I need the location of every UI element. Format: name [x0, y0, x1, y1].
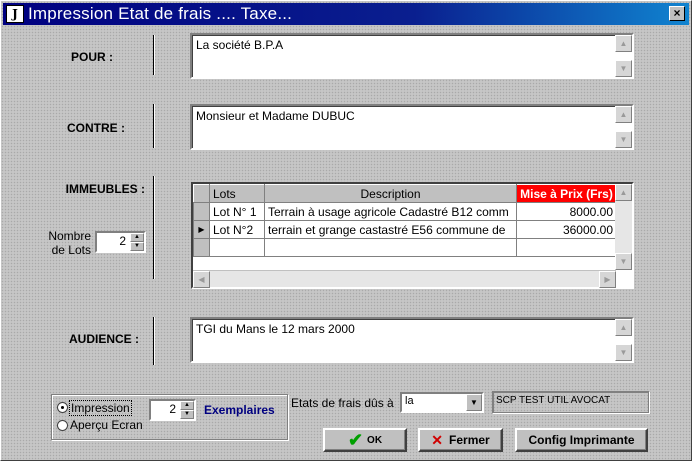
exemplaires-label: Exemplaires — [204, 403, 275, 417]
close-button[interactable]: × — [669, 6, 685, 21]
etats-select[interactable]: la ▼ — [400, 392, 484, 413]
grid-vertical-scrollbar[interactable]: ▲ ▼ — [615, 184, 632, 270]
cell-price[interactable]: 8000.00 — [516, 202, 617, 221]
etats-label: Etats de frais dûs à — [291, 396, 394, 410]
scroll-up-icon[interactable]: ▲ — [615, 319, 632, 336]
scroll-left-icon[interactable]: ◀ — [193, 271, 210, 288]
column-header-price[interactable]: Mise à Prix (Frs) — [516, 184, 617, 203]
office-name-field: SCP TEST UTIL AVOCAT — [492, 391, 649, 413]
table-header-row: Lots Description Mise à Prix (Frs) — [193, 184, 617, 203]
row-indicator-header — [193, 184, 210, 203]
scroll-up-icon[interactable]: ▲ — [615, 35, 632, 52]
app-icon: J — [6, 5, 24, 23]
copies-stepper[interactable]: 2 ▲ ▼ — [149, 399, 196, 421]
impression-radio-label[interactable]: Impression — [69, 400, 132, 416]
current-row-indicator-icon: ▶ — [193, 220, 210, 239]
pour-field[interactable]: La société B.P.A ▲ ▼ — [190, 33, 634, 79]
cell-price[interactable]: 36000.00 — [516, 220, 617, 239]
pour-separator — [153, 35, 155, 75]
scroll-down-icon[interactable]: ▼ — [615, 131, 632, 148]
checkmark-icon: ✔ — [347, 429, 364, 450]
grid-horizontal-scrollbar[interactable]: ◀ ▶ — [193, 270, 616, 288]
scroll-down-icon[interactable]: ▼ — [615, 60, 632, 77]
lots-grid[interactable]: Lots Description Mise à Prix (Frs) Lot N… — [191, 182, 634, 289]
pour-scrollbar[interactable]: ▲ ▼ — [615, 35, 632, 77]
contre-field[interactable]: Monsieur et Madame DUBUC ▲ ▼ — [190, 104, 634, 150]
contre-scrollbar[interactable]: ▲ ▼ — [615, 106, 632, 148]
lots-table: Lots Description Mise à Prix (Frs) Lot N… — [193, 184, 617, 257]
title-bar: J Impression Etat de frais .... Taxe... … — [3, 3, 689, 25]
cell-lot[interactable]: Lot N°2 — [209, 220, 265, 239]
stepper-up-icon[interactable]: ▲ — [180, 401, 194, 410]
apercu-radio[interactable] — [57, 420, 68, 431]
scroll-right-icon[interactable]: ▶ — [599, 271, 616, 288]
pour-label: POUR : — [71, 50, 113, 64]
table-row[interactable] — [193, 238, 617, 257]
scroll-down-icon[interactable]: ▼ — [615, 253, 632, 270]
audience-field[interactable]: TGI du Mans le 12 mars 2000 ▲ ▼ — [190, 317, 634, 363]
apercu-radio-label[interactable]: Aperçu Ecran — [70, 418, 143, 432]
ok-button[interactable]: ✔ OK — [323, 428, 407, 452]
immeubles-label: IMMEUBLES : — [65, 182, 145, 196]
contre-value: Monsieur et Madame DUBUC — [196, 109, 355, 123]
dialog-window: J Impression Etat de frais .... Taxe... … — [0, 0, 692, 461]
cell-lot[interactable]: Lot N° 1 — [209, 202, 265, 221]
row-indicator — [193, 202, 210, 221]
table-row[interactable]: ▶ Lot N°2 terrain et grange castastré E5… — [193, 220, 617, 239]
stepper-down-icon[interactable]: ▼ — [180, 410, 194, 419]
column-header-lots[interactable]: Lots — [209, 184, 265, 203]
chevron-down-icon[interactable]: ▼ — [466, 394, 482, 411]
fermer-button[interactable]: ✕ Fermer — [418, 428, 503, 452]
pour-value: La société B.P.A — [196, 38, 284, 52]
etats-selected-value: la — [405, 395, 414, 407]
column-header-description[interactable]: Description — [264, 184, 517, 203]
nombre-lots-stepper[interactable]: 2 ▲ ▼ — [95, 231, 146, 253]
impression-radio[interactable] — [57, 402, 68, 413]
audience-separator — [153, 317, 155, 365]
close-icon: ✕ — [431, 431, 444, 448]
stepper-up-icon[interactable]: ▲ — [130, 233, 144, 242]
nombre-lots-label: Nombre de Lots — [48, 229, 91, 257]
cell-description[interactable]: terrain et grange castastré E56 commune … — [264, 220, 517, 239]
table-row[interactable]: Lot N° 1 Terrain à usage agricole Cadast… — [193, 202, 617, 221]
config-imprimante-button[interactable]: Config Imprimante — [515, 428, 648, 452]
copies-value: 2 — [169, 402, 176, 416]
contre-label: CONTRE : — [67, 121, 125, 135]
immeubles-separator — [153, 176, 155, 279]
scroll-up-icon[interactable]: ▲ — [615, 106, 632, 123]
scroll-up-icon[interactable]: ▲ — [615, 184, 632, 201]
scroll-down-icon[interactable]: ▼ — [615, 344, 632, 361]
contre-separator — [153, 104, 155, 148]
cell-description[interactable]: Terrain à usage agricole Cadastré B12 co… — [264, 202, 517, 221]
stepper-down-icon[interactable]: ▼ — [130, 242, 144, 251]
audience-label: AUDIENCE : — [68, 332, 139, 346]
nombre-lots-value: 2 — [119, 234, 126, 248]
audience-value: TGI du Mans le 12 mars 2000 — [196, 322, 355, 336]
window-title: Impression Etat de frais .... Taxe... — [28, 4, 293, 23]
audience-scrollbar[interactable]: ▲ ▼ — [615, 319, 632, 361]
